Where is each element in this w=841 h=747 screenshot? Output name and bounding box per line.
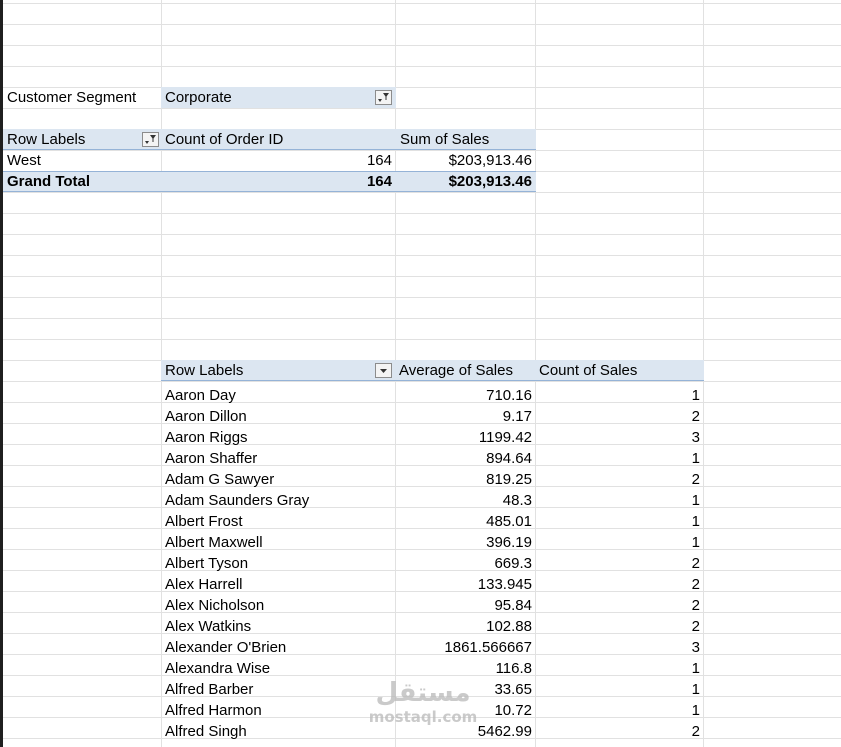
customer-name[interactable]: Albert Tyson	[161, 553, 396, 574]
pivot1-row-label[interactable]: West	[3, 150, 161, 171]
average-of-sales-value: 1199.42	[478, 429, 532, 446]
table-row: Alfred Barber 33.65 1	[0, 679, 841, 700]
table-row: Adam G Sawyer 819.25 2	[0, 469, 841, 490]
average-of-sales-value: 485.01	[486, 513, 532, 530]
pivot1-grand-total-row: Grand Total 164 $203,913.46	[0, 171, 841, 192]
customer-name[interactable]: Aaron Riggs	[161, 427, 396, 448]
count-of-sales-value: 2	[691, 408, 700, 425]
pivot1-header-row: Row Labels Count of Order ID Sum of Sale…	[0, 129, 841, 150]
average-of-sales-value: 894.64	[486, 450, 532, 467]
customer-name[interactable]: Adam G Sawyer	[161, 469, 396, 490]
count-of-sales-value: 1	[691, 681, 700, 698]
average-of-sales-value: 10.72	[494, 702, 532, 719]
count-of-sales-value: 1	[691, 534, 700, 551]
customer-name[interactable]: Alfred Harmon	[161, 700, 396, 721]
table-row: Aaron Dillon 9.17 2	[0, 406, 841, 427]
count-of-sales-value: 1	[691, 450, 700, 467]
filter-label: Customer Segment	[7, 89, 137, 106]
average-of-sales-value: 5462.99	[477, 723, 532, 740]
customer-name[interactable]: Aaron Day	[161, 385, 396, 406]
average-of-sales-value: 116.8	[495, 660, 532, 677]
table-row: Aaron Riggs 1199.42 3	[0, 427, 841, 448]
customer-name[interactable]: Alexander O'Brien	[161, 637, 396, 658]
table-row: Albert Maxwell 396.19 1	[0, 532, 841, 553]
pivot1-row-west: West 164 $203,913.46	[0, 150, 841, 171]
customer-name[interactable]: Alex Watkins	[161, 616, 396, 637]
count-of-sales-value: 1	[691, 492, 700, 509]
table-row: Aaron Shaffer 894.64 1	[0, 448, 841, 469]
filter-value[interactable]: Corporate	[161, 87, 371, 108]
table-row: Alfred Singh 5462.99 2	[0, 721, 841, 742]
count-of-sales-value: 3	[691, 639, 700, 656]
row-labels-dropdown-button[interactable]	[375, 363, 392, 378]
customer-name[interactable]: Aaron Shaffer	[161, 448, 396, 469]
customer-name[interactable]: Albert Frost	[161, 511, 396, 532]
customer-name[interactable]: Alexandra Wise	[161, 658, 396, 679]
funnel-filter-icon	[145, 135, 156, 144]
average-of-sales-value: 33.65	[494, 681, 532, 698]
average-of-sales-value: 102.88	[486, 618, 532, 635]
report-filter-row: Customer Segment Corporate	[0, 87, 841, 108]
table-row: Alex Harrell 133.945 2	[0, 574, 841, 595]
table-row: Alexandra Wise 116.8 1	[0, 658, 841, 679]
pivot2-header-row: Row Labels Average of Sales Count of Sal…	[0, 360, 841, 381]
count-of-sales-value: 1	[691, 702, 700, 719]
grand-total-count: 164	[366, 173, 392, 190]
pivot2-header-count-of-sales: Count of Sales	[539, 362, 638, 379]
pivot2-header-average-of-sales: Average of Sales	[399, 362, 513, 379]
customer-name[interactable]: Albert Maxwell	[161, 532, 396, 553]
count-of-sales-value: 1	[691, 660, 700, 677]
count-of-sales-value: 1	[691, 387, 700, 404]
chevron-down-icon	[380, 369, 387, 373]
pivot2-header-row-labels: Row Labels	[165, 362, 244, 379]
customer-name[interactable]: Alfred Barber	[161, 679, 396, 700]
average-of-sales-value: 669.3	[494, 555, 532, 572]
pivot1-row-count: 164	[366, 152, 392, 169]
filter-dropdown-button[interactable]	[375, 90, 392, 105]
average-of-sales-value: 9.17	[502, 408, 532, 425]
grand-total-label: Grand Total	[7, 173, 91, 190]
table-row: Albert Frost 485.01 1	[0, 511, 841, 532]
count-of-sales-value: 2	[691, 723, 700, 740]
table-row: Adam Saunders Gray 48.3 1	[0, 490, 841, 511]
customer-name[interactable]: Adam Saunders Gray	[161, 490, 396, 511]
average-of-sales-value: 95.84	[494, 597, 532, 614]
row-labels-filter-button[interactable]	[142, 132, 159, 147]
table-row: Albert Tyson 669.3 2	[0, 553, 841, 574]
average-of-sales-value: 819.25	[486, 471, 532, 488]
table-row: Alfred Harmon 10.72 1	[0, 700, 841, 721]
customer-name[interactable]: Alex Nicholson	[161, 595, 396, 616]
average-of-sales-value: 396.19	[486, 534, 532, 551]
table-row: Aaron Day 710.16 1	[0, 385, 841, 406]
count-of-sales-value: 2	[691, 555, 700, 572]
count-of-sales-value: 2	[691, 597, 700, 614]
average-of-sales-value: 710.16	[486, 387, 532, 404]
table-row: Alex Nicholson 95.84 2	[0, 595, 841, 616]
grand-total-sum: $203,913.46	[448, 173, 532, 190]
count-of-sales-value: 3	[691, 429, 700, 446]
customer-name[interactable]: Aaron Dillon	[161, 406, 396, 427]
funnel-filter-icon	[378, 93, 389, 102]
average-of-sales-value: 1861.566667	[444, 639, 532, 656]
average-of-sales-value: 48.3	[502, 492, 532, 509]
customer-name[interactable]: Alfred Singh	[161, 721, 396, 742]
table-row: Alexander O'Brien 1861.566667 3	[0, 637, 841, 658]
count-of-sales-value: 1	[691, 513, 700, 530]
count-of-sales-value: 2	[691, 471, 700, 488]
pivot1-row-sum: $203,913.46	[448, 152, 532, 169]
pivot1-header-row-labels: Row Labels	[7, 131, 86, 148]
count-of-sales-value: 2	[691, 576, 700, 593]
count-of-sales-value: 2	[691, 618, 700, 635]
pivot1-header-sum-of-sales: Sum of Sales	[400, 131, 490, 148]
average-of-sales-value: 133.945	[477, 576, 532, 593]
pivot1-header-count-of-order-id: Count of Order ID	[165, 131, 284, 148]
customer-name[interactable]: Alex Harrell	[161, 574, 396, 595]
table-row: Alex Watkins 102.88 2	[0, 616, 841, 637]
